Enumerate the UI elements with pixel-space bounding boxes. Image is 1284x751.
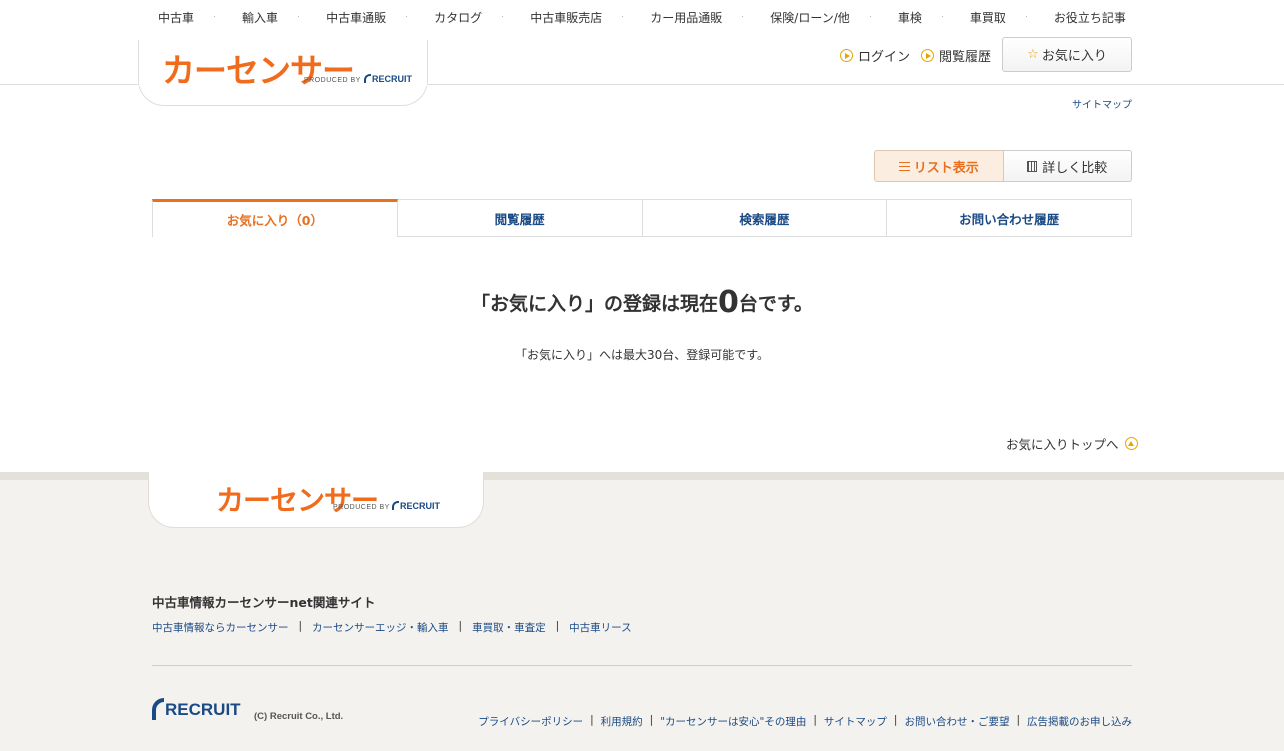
footer-sitemap-link[interactable]: サイトマップ bbox=[824, 714, 887, 729]
advertising-link[interactable]: 広告掲載のお申し込み bbox=[1027, 714, 1132, 729]
footer-carsensor-logo[interactable]: カーセンサー bbox=[216, 479, 379, 519]
nav-item-catalog[interactable]: カタログ bbox=[406, 9, 488, 26]
nav-item-mail-order[interactable]: 中古車通販 bbox=[298, 9, 392, 26]
produced-by-label: PRODUCED BY bbox=[304, 77, 361, 84]
nav-item-used-cars[interactable]: 中古車 bbox=[152, 9, 200, 26]
footer-divider bbox=[152, 665, 1132, 666]
tab-search-history[interactable]: 検索履歴 bbox=[642, 199, 888, 237]
copyright: (C) Recruit Co., Ltd. bbox=[254, 711, 344, 722]
nav-item-insurance[interactable]: 保険/ローン/他 bbox=[742, 9, 856, 26]
list-icon bbox=[898, 161, 910, 171]
login-link[interactable]: ログイン bbox=[840, 46, 910, 65]
view-toggle: リスト表示 詳しく比較 bbox=[874, 150, 1132, 182]
arrow-up-circle-icon bbox=[1124, 437, 1138, 450]
calculator-icon bbox=[1027, 160, 1038, 172]
empty-favorites-message: 「お気に入り」の登録は現在0台です。 bbox=[471, 285, 813, 320]
nav-item-inspection[interactable]: 車検 bbox=[869, 9, 928, 26]
terms-link[interactable]: 利用規約 bbox=[601, 714, 643, 729]
tab-favorites[interactable]: お気に入り（0） bbox=[152, 199, 398, 237]
footer-recruit-logo: RECRUIT bbox=[392, 501, 440, 511]
nav-item-imported-cars[interactable]: 輸入車 bbox=[214, 9, 284, 26]
compare-view-button[interactable]: 詳しく比較 bbox=[1003, 150, 1132, 182]
nav-item-car-buyback[interactable]: 車買取 bbox=[941, 9, 1012, 26]
related-sites-links: 中古車情報ならカーセンサー | カーセンサーエッジ・輸入車 | 車買取・車査定 … bbox=[152, 620, 632, 635]
related-link-buyback[interactable]: 車買取・車査定 bbox=[472, 620, 546, 635]
history-link[interactable]: 閲覧履歴 bbox=[921, 46, 991, 65]
nav-item-articles[interactable]: お役立ち記事 bbox=[1025, 9, 1132, 26]
contact-link[interactable]: お問い合わせ・ご要望 bbox=[904, 714, 1009, 729]
recruit-mark-icon bbox=[392, 501, 399, 510]
related-link-edge[interactable]: カーセンサーエッジ・輸入車 bbox=[312, 620, 449, 635]
favorites-top-link[interactable]: お気に入りトップへ bbox=[1006, 434, 1138, 453]
nav-item-dealers[interactable]: 中古車販売店 bbox=[502, 9, 608, 26]
tab-browsing-history[interactable]: 閲覧履歴 bbox=[397, 199, 643, 237]
play-circle-icon bbox=[840, 49, 853, 62]
star-icon: ☆ bbox=[1027, 47, 1039, 62]
favorites-count: 0 bbox=[718, 285, 739, 320]
global-nav: 中古車 輸入車 中古車通販 カタログ 中古車販売店 カー用品通販 保険/ローン/… bbox=[0, 0, 1284, 36]
nav-item-car-goods[interactable]: カー用品通販 bbox=[622, 9, 728, 26]
favorites-limit-note: 「お気に入り」へは最大30台、登録可能です。 bbox=[514, 348, 770, 362]
recruit-logo: RECRUIT bbox=[364, 74, 412, 84]
tab-inquiry-history[interactable]: お問い合わせ履歴 bbox=[887, 199, 1132, 237]
privacy-policy-link[interactable]: プライバシーポリシー bbox=[478, 714, 583, 729]
related-link-carsensor[interactable]: 中古車情報ならカーセンサー bbox=[152, 620, 289, 635]
safety-reason-link[interactable]: "カーセンサーは安心"その理由 bbox=[660, 714, 806, 729]
recruit-mark-icon bbox=[152, 698, 164, 720]
footer-produced-by-label: PRODUCED BY bbox=[333, 504, 390, 511]
legal-links: プライバシーポリシー | 利用規約 | "カーセンサーは安心"その理由 | サイ… bbox=[478, 714, 1132, 729]
related-link-lease[interactable]: 中古車リース bbox=[569, 620, 631, 635]
history-tabs: お気に入り（0） 閲覧履歴 検索履歴 お問い合わせ履歴 bbox=[152, 199, 1132, 237]
play-circle-icon bbox=[921, 49, 934, 62]
related-sites-title: 中古車情報カーセンサーnet関連サイト bbox=[152, 595, 376, 610]
list-view-button[interactable]: リスト表示 bbox=[874, 150, 1004, 182]
sitemap-link[interactable]: サイトマップ bbox=[1072, 96, 1132, 111]
recruit-mark-icon bbox=[364, 74, 371, 83]
favorites-button[interactable]: ☆ お気に入り bbox=[1002, 37, 1132, 72]
footer-recruit-brand[interactable]: RECRUIT bbox=[152, 698, 241, 720]
carsensor-logo[interactable]: カーセンサー bbox=[162, 44, 355, 92]
